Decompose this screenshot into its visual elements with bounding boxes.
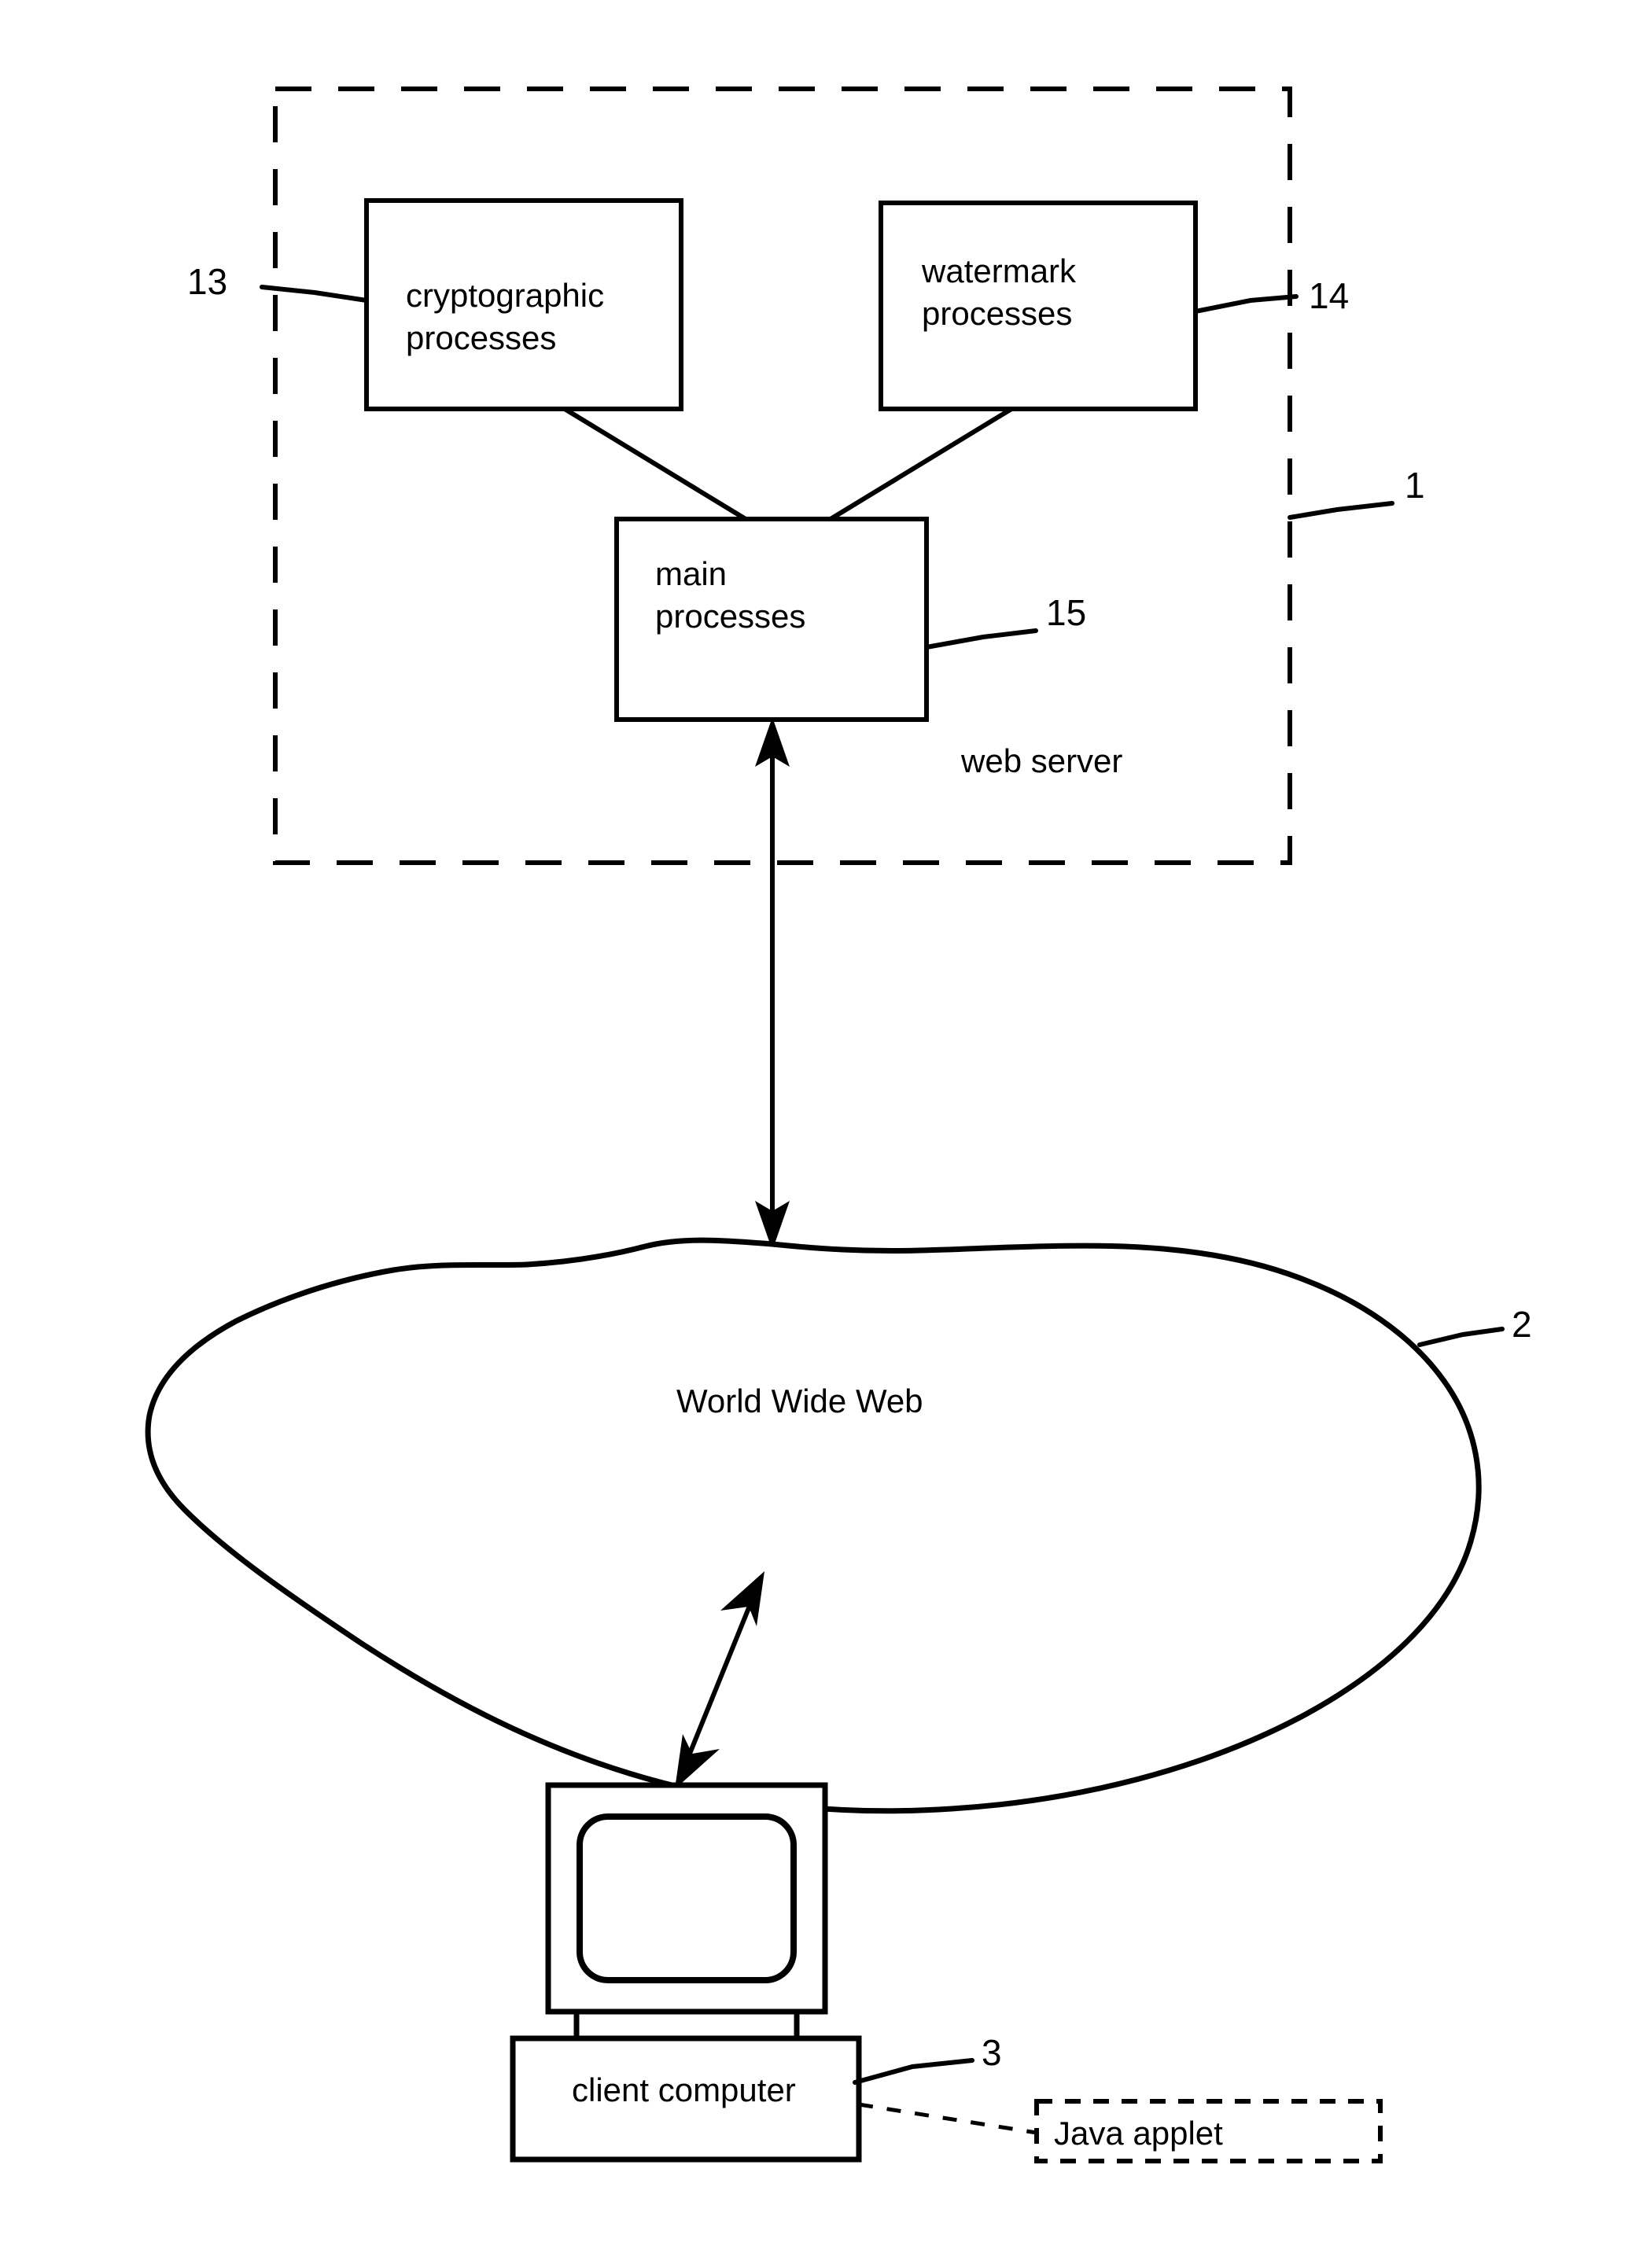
cryptographic-processes-label-line2: processes xyxy=(406,319,556,356)
reference-number-1: 1 xyxy=(1405,465,1425,506)
monitor-screen xyxy=(577,1813,797,1983)
web-server-label: web server xyxy=(960,742,1122,779)
leader-line-1 xyxy=(1288,501,1394,520)
reference-number-14: 14 xyxy=(1309,275,1349,316)
reference-number-2: 2 xyxy=(1512,1304,1532,1345)
patent-figure-svg: cryptographic processes watermark proces… xyxy=(145,87,1532,2163)
world-wide-web-label: World Wide Web xyxy=(676,1383,923,1419)
leader-line-15 xyxy=(924,628,1038,650)
reference-number-13: 13 xyxy=(187,261,227,302)
watermark-processes-label-line2: processes xyxy=(922,295,1072,332)
leader-line-java-applet xyxy=(858,2102,1037,2135)
leader-line-14 xyxy=(1193,294,1299,314)
world-wide-web-cloud xyxy=(145,1237,1482,1814)
reference-number-3: 3 xyxy=(982,2032,1002,2073)
figure-canvas: cryptographic processes watermark proces… xyxy=(0,0,1632,2268)
leader-line-3 xyxy=(853,2058,974,2085)
main-processes-label-line1: main xyxy=(655,555,727,592)
client-computer-label: client computer xyxy=(572,2071,796,2108)
connector-crypto-to-main xyxy=(563,407,747,521)
main-processes-label-line2: processes xyxy=(655,598,805,635)
watermark-processes-label-line1: watermark xyxy=(921,252,1077,289)
connector-watermark-to-main xyxy=(829,407,1013,521)
java-applet-label: Java applet xyxy=(1054,2115,1223,2152)
reference-number-15: 15 xyxy=(1046,592,1086,633)
cryptographic-processes-label-line1: cryptographic xyxy=(406,277,604,314)
leader-line-2 xyxy=(1417,1327,1505,1347)
